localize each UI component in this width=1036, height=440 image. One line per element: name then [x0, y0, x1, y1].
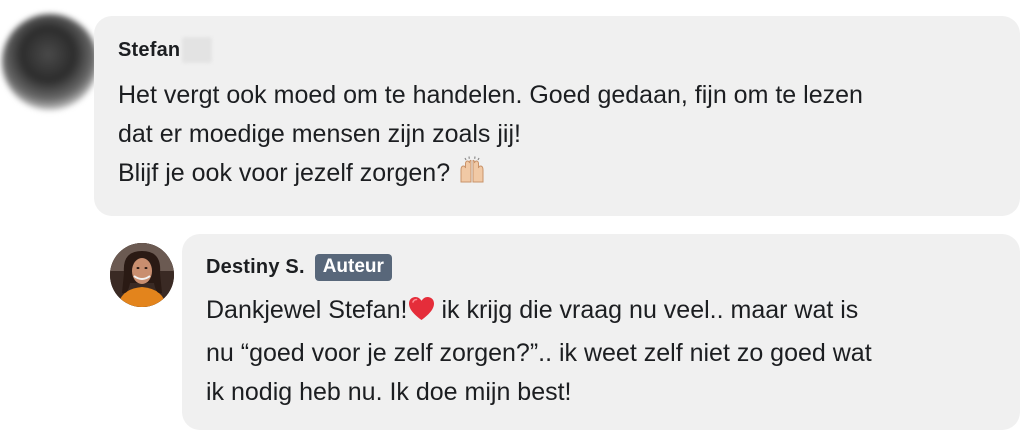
comment-header: Destiny S. Auteur — [206, 253, 996, 281]
raising-hands-emoji — [457, 155, 487, 197]
author-name[interactable]: Stefan — [118, 39, 180, 62]
avatar[interactable] — [110, 243, 174, 307]
red-heart-emoji — [408, 295, 435, 334]
comment-header: Stefan — [118, 36, 996, 64]
reply-bubble: Destiny S. Auteur Dankjewel Stefan! ik k… — [182, 234, 1020, 430]
comment-bubble: Stefan Het vergt ook moed om te handelen… — [94, 16, 1020, 216]
comment-line: ik krijg die vraag nu veel.. maar wat is — [434, 296, 859, 324]
comment-line: ik nodig heb nu. Ik doe mijn best! — [206, 378, 572, 406]
comment-text: Dankjewel Stefan! ik krijg die vraag nu … — [206, 291, 996, 412]
comment-line: nu “goed voor je zelf zorgen?”.. ik weet… — [206, 339, 872, 367]
author-badge: Auteur — [314, 253, 392, 281]
author-name[interactable]: Destiny S. — [206, 256, 305, 279]
comment-line: Blijf je ook voor jezelf zorgen? — [118, 159, 458, 187]
comment-line: Het vergt ook moed om te handelen. Goed … — [118, 81, 863, 109]
comment-line: Dankjewel Stefan! — [206, 296, 408, 324]
comment-thread: Stefan Het vergt ook moed om te handelen… — [0, 0, 1036, 440]
redacted-surname — [182, 37, 213, 63]
comment-line: dat er moedige mensen zijn zoals jij! — [118, 120, 521, 148]
comment-text: Het vergt ook moed om te handelen. Goed … — [118, 76, 996, 197]
avatar[interactable] — [2, 14, 98, 110]
